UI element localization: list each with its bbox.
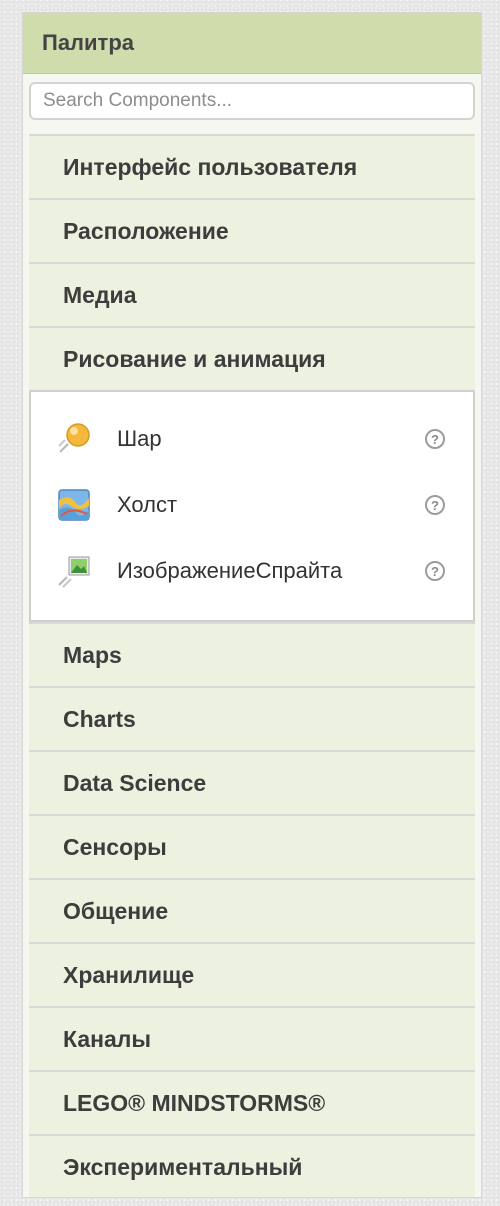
category-sensors[interactable]: Сенсоры	[29, 814, 475, 878]
category-data-science[interactable]: Data Science	[29, 750, 475, 814]
category-media[interactable]: Медиа	[29, 262, 475, 326]
help-icon[interactable]: ?	[425, 429, 445, 449]
component-image-sprite[interactable]: ИзображениеСпрайта ?	[31, 538, 473, 604]
palette-title: Палитра	[23, 13, 481, 74]
canvas-icon	[57, 488, 91, 522]
category-list: Интерфейс пользователя Расположение Меди…	[23, 134, 481, 1197]
component-canvas[interactable]: Холст ?	[31, 472, 473, 538]
category-maps[interactable]: Maps	[29, 622, 475, 686]
category-lego-mindstorms[interactable]: LEGO® MINDSTORMS®	[29, 1070, 475, 1134]
image-sprite-icon	[57, 554, 91, 588]
help-icon[interactable]: ?	[425, 495, 445, 515]
category-social[interactable]: Общение	[29, 878, 475, 942]
component-label: Шар	[117, 426, 162, 451]
category-user-interface[interactable]: Интерфейс пользователя	[29, 134, 475, 198]
category-storage[interactable]: Хранилище	[29, 942, 475, 1006]
category-experimental[interactable]: Экспериментальный	[29, 1134, 475, 1197]
category-channels[interactable]: Каналы	[29, 1006, 475, 1070]
component-label: Холст	[117, 492, 178, 517]
search-container	[23, 74, 481, 134]
component-ball[interactable]: Шар ?	[31, 406, 473, 472]
drawing-animation-drawer: Шар ? Холст ? ИзображениеСпрайта ?	[29, 390, 475, 622]
category-layout[interactable]: Расположение	[29, 198, 475, 262]
palette-panel: Палитра Интерфейс пользователя Расположе…	[22, 12, 482, 1198]
category-drawing-animation[interactable]: Рисование и анимация	[29, 326, 475, 390]
component-label: ИзображениеСпрайта	[117, 558, 343, 583]
ball-icon	[57, 422, 91, 456]
search-components-input[interactable]	[29, 82, 475, 120]
category-charts[interactable]: Charts	[29, 686, 475, 750]
help-icon[interactable]: ?	[425, 561, 445, 581]
